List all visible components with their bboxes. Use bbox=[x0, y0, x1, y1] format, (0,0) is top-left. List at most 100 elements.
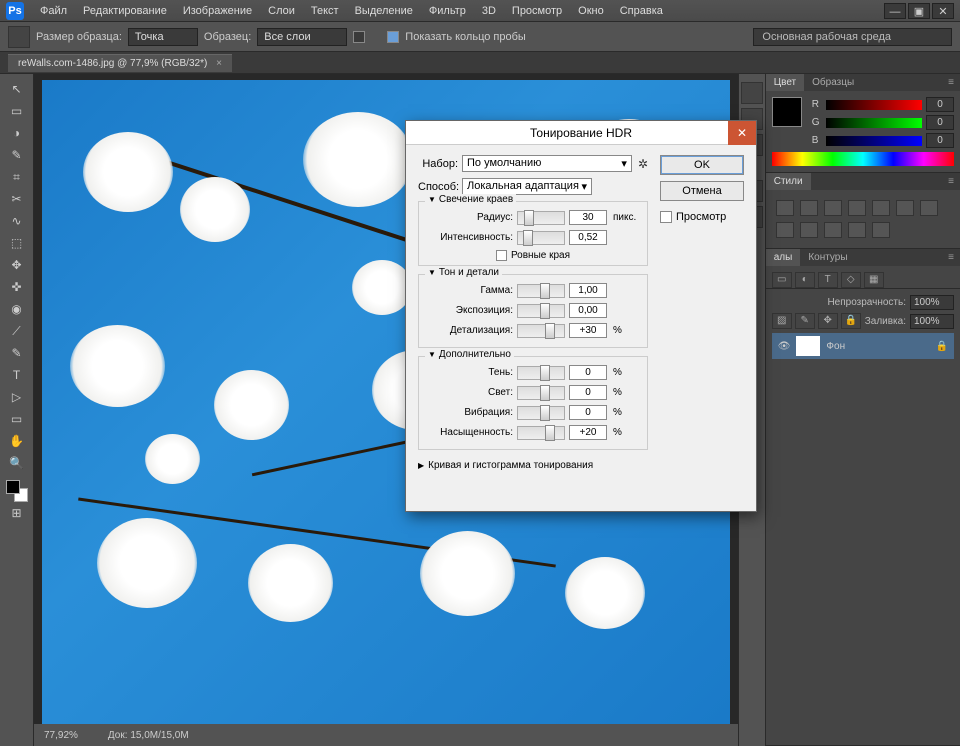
curve-section-header[interactable]: ▶ Кривая и гистограмма тонирования bbox=[418, 458, 648, 473]
tool-crop[interactable]: ⌗ bbox=[5, 167, 29, 187]
tab-swatches[interactable]: Образцы bbox=[804, 74, 862, 91]
radius-slider[interactable] bbox=[517, 211, 565, 225]
tool-zoom[interactable]: 🔍 bbox=[5, 453, 29, 473]
dialog-titlebar[interactable]: Тонирование HDR ✕ bbox=[406, 121, 756, 145]
status-zoom[interactable]: 77,92% bbox=[44, 730, 78, 741]
lock-pixels-icon[interactable]: ✎ bbox=[795, 313, 815, 329]
tool-gradient[interactable]: ⟋ bbox=[5, 321, 29, 341]
lock-position-icon[interactable]: ✥ bbox=[818, 313, 838, 329]
menu-3d[interactable]: 3D bbox=[474, 3, 504, 19]
detail-field[interactable]: +30 bbox=[569, 323, 607, 338]
filter-adjust-icon[interactable]: ◐ bbox=[795, 272, 815, 288]
twisty-icon[interactable]: ▼ bbox=[428, 195, 436, 204]
adjust-icon[interactable] bbox=[848, 222, 866, 238]
lock-all-icon[interactable]: 🔒 bbox=[841, 313, 861, 329]
preset-select[interactable]: По умолчанию▾ bbox=[462, 155, 632, 172]
adjust-icon[interactable] bbox=[776, 222, 794, 238]
strip-icon[interactable] bbox=[741, 82, 763, 104]
tool-quickmask[interactable]: ⊞ bbox=[5, 503, 29, 523]
close-tab-icon[interactable]: × bbox=[216, 58, 222, 69]
layer-name[interactable]: Фон bbox=[826, 341, 845, 352]
saturation-field[interactable]: +20 bbox=[569, 425, 607, 440]
menu-edit[interactable]: Редактирование bbox=[75, 3, 175, 19]
window-maximize-button[interactable]: ▣ bbox=[908, 3, 930, 19]
r-value[interactable]: 0 bbox=[926, 97, 954, 112]
menu-text[interactable]: Текст bbox=[303, 3, 347, 19]
gamma-slider[interactable] bbox=[517, 284, 565, 298]
foreground-background-swatch[interactable] bbox=[6, 480, 28, 502]
adjust-icon[interactable] bbox=[872, 222, 890, 238]
vibrance-field[interactable]: 0 bbox=[569, 405, 607, 420]
tab-channels[interactable]: алы bbox=[766, 249, 801, 266]
filter-pixel-icon[interactable]: ▭ bbox=[772, 272, 792, 288]
tab-styles[interactable]: Стили bbox=[766, 173, 811, 190]
visibility-icon[interactable]: 👁 bbox=[778, 341, 791, 352]
tab-paths[interactable]: Контуры bbox=[800, 249, 855, 266]
tool-healing[interactable]: ∿ bbox=[5, 211, 29, 231]
menu-help[interactable]: Справка bbox=[612, 3, 671, 19]
tool-move[interactable]: ↖ bbox=[5, 79, 29, 99]
layer-row[interactable]: 👁 Фон 🔒 bbox=[772, 333, 954, 359]
sample-layers-select[interactable]: Все слои bbox=[257, 28, 347, 46]
adjust-icon[interactable] bbox=[824, 200, 842, 216]
smooth-edges-checkbox[interactable] bbox=[496, 250, 507, 261]
g-slider[interactable] bbox=[826, 118, 922, 128]
color-swatch[interactable] bbox=[772, 97, 802, 127]
filter-shape-icon[interactable]: ◇ bbox=[841, 272, 861, 288]
tool-eraser[interactable]: ◉ bbox=[5, 299, 29, 319]
menu-image[interactable]: Изображение bbox=[175, 3, 260, 19]
document-tab[interactable]: reWalls.com-1486.jpg @ 77,9% (RGB/32*) × bbox=[8, 54, 232, 72]
tool-text[interactable]: T bbox=[5, 365, 29, 385]
tool-wand[interactable]: ✎ bbox=[5, 145, 29, 165]
strength-slider[interactable] bbox=[517, 231, 565, 245]
tool-marquee[interactable]: ▭ bbox=[5, 101, 29, 121]
panel-menu-icon[interactable]: ≡ bbox=[942, 249, 960, 266]
adjust-icon[interactable] bbox=[896, 200, 914, 216]
tool-shape[interactable]: ▭ bbox=[5, 409, 29, 429]
current-tool-icon[interactable] bbox=[8, 26, 30, 48]
b-slider[interactable] bbox=[826, 136, 922, 146]
sample-size-select[interactable]: Точка bbox=[128, 28, 198, 46]
gamma-field[interactable]: 1,00 bbox=[569, 283, 607, 298]
g-value[interactable]: 0 bbox=[926, 115, 954, 130]
twisty-right-icon[interactable]: ▶ bbox=[418, 461, 424, 470]
adjust-icon[interactable] bbox=[824, 222, 842, 238]
dialog-close-button[interactable]: ✕ bbox=[728, 121, 756, 145]
saturation-slider[interactable] bbox=[517, 426, 565, 440]
tool-stamp[interactable]: ✥ bbox=[5, 255, 29, 275]
detail-slider[interactable] bbox=[517, 324, 565, 338]
show-ring-checkbox[interactable] bbox=[387, 31, 399, 43]
preset-gear-icon[interactable]: ✲ bbox=[638, 157, 648, 171]
shadow-field[interactable]: 0 bbox=[569, 365, 607, 380]
menu-layers[interactable]: Слои bbox=[260, 3, 303, 19]
shadow-slider[interactable] bbox=[517, 366, 565, 380]
layer-thumbnail[interactable] bbox=[796, 336, 820, 356]
menu-window[interactable]: Окно bbox=[570, 3, 612, 19]
b-value[interactable]: 0 bbox=[926, 133, 954, 148]
cancel-button[interactable]: Отмена bbox=[660, 181, 744, 201]
lock-transparent-icon[interactable]: ▨ bbox=[772, 313, 792, 329]
tool-hand[interactable]: ✋ bbox=[5, 431, 29, 451]
opacity-field[interactable]: 100% bbox=[910, 295, 954, 310]
menu-select[interactable]: Выделение bbox=[347, 3, 421, 19]
filter-text-icon[interactable]: T bbox=[818, 272, 838, 288]
menu-file[interactable]: Файл bbox=[32, 3, 75, 19]
light-field[interactable]: 0 bbox=[569, 385, 607, 400]
tool-lasso[interactable]: ◑ bbox=[5, 123, 29, 143]
workspace-select[interactable]: Основная рабочая среда bbox=[753, 28, 952, 46]
exposure-slider[interactable] bbox=[517, 304, 565, 318]
menu-view[interactable]: Просмотр bbox=[504, 3, 570, 19]
preview-checkbox[interactable] bbox=[660, 211, 672, 223]
adjust-icon[interactable] bbox=[800, 222, 818, 238]
r-slider[interactable] bbox=[826, 100, 922, 110]
twisty-icon[interactable]: ▼ bbox=[428, 350, 436, 359]
adjust-icon[interactable] bbox=[848, 200, 866, 216]
adjust-icon[interactable] bbox=[776, 200, 794, 216]
vibrance-slider[interactable] bbox=[517, 406, 565, 420]
ok-button[interactable]: OK bbox=[660, 155, 744, 175]
filter-smart-icon[interactable]: ▦ bbox=[864, 272, 884, 288]
light-slider[interactable] bbox=[517, 386, 565, 400]
radius-field[interactable]: 30 bbox=[569, 210, 607, 225]
adjust-icon[interactable] bbox=[872, 200, 890, 216]
window-minimize-button[interactable]: — bbox=[884, 3, 906, 19]
